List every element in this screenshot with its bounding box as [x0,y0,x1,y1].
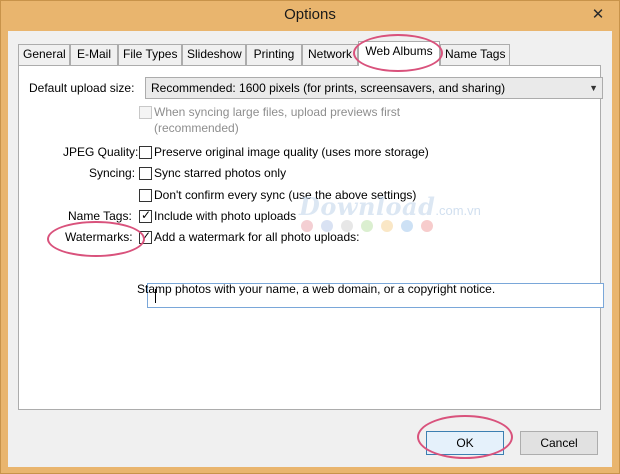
dialog-client-area: General E-Mail File Types Slideshow Prin… [8,31,612,467]
sync-starred-label: Sync starred photos only [154,166,287,180]
watermark-hint: Stamp photos with your name, a web domai… [137,282,496,296]
dont-confirm-checkbox[interactable] [139,189,152,202]
tab-general[interactable]: General [18,44,70,65]
window-title: Options [284,6,336,23]
name-tags-label: Name Tags: [68,209,132,223]
include-name-tags-label: Include with photo uploads [154,209,297,223]
web-albums-panel: Default upload size: Recommended: 1600 p… [18,65,604,410]
tab-email[interactable]: E-Mail [70,44,118,65]
upload-size-select[interactable]: Recommended: 1600 pixels (for prints, sc… [145,77,603,99]
cancel-button[interactable]: Cancel [520,431,598,455]
tab-name-tags[interactable]: Name Tags [440,44,510,65]
preserve-quality-label: Preserve original image quality (uses mo… [154,145,429,159]
tab-file-types[interactable]: File Types [118,44,182,65]
preserve-quality-checkbox[interactable] [139,146,152,159]
tab-printing[interactable]: Printing [246,44,302,65]
options-dialog: Options ✕ General E-Mail File Types Slid… [0,0,620,474]
tab-slideshow[interactable]: Slideshow [182,44,246,65]
upload-size-value: Recommended: 1600 pixels (for prints, sc… [151,81,506,95]
sync-previews-checkbox[interactable] [139,106,152,119]
ok-button[interactable]: OK [426,431,504,455]
dont-confirm-label: Don't confirm every sync (use the above … [154,188,417,202]
chevron-down-icon: ▼ [589,83,598,93]
tab-web-albums[interactable]: Web Albums [358,41,440,66]
syncing-label: Syncing: [89,166,136,180]
tab-network[interactable]: Network [302,44,358,65]
title-bar[interactable]: Options ✕ [1,1,619,31]
sync-starred-checkbox[interactable] [139,167,152,180]
watermarks-label: Watermarks: [65,230,133,244]
jpeg-quality-label: JPEG Quality: [63,145,139,159]
check-icon: ✓ [141,229,152,243]
close-icon[interactable]: ✕ [587,4,609,26]
sync-previews-label: When syncing large files, upload preview… [154,105,401,119]
upload-size-label: Default upload size: [29,81,135,95]
sync-previews-note: (recommended) [154,121,239,135]
add-watermark-checkbox[interactable]: ✓ [139,229,152,244]
check-icon: ✓ [141,208,152,222]
add-watermark-label: Add a watermark for all photo uploads: [154,230,360,244]
include-name-tags-checkbox[interactable]: ✓ [139,208,152,223]
